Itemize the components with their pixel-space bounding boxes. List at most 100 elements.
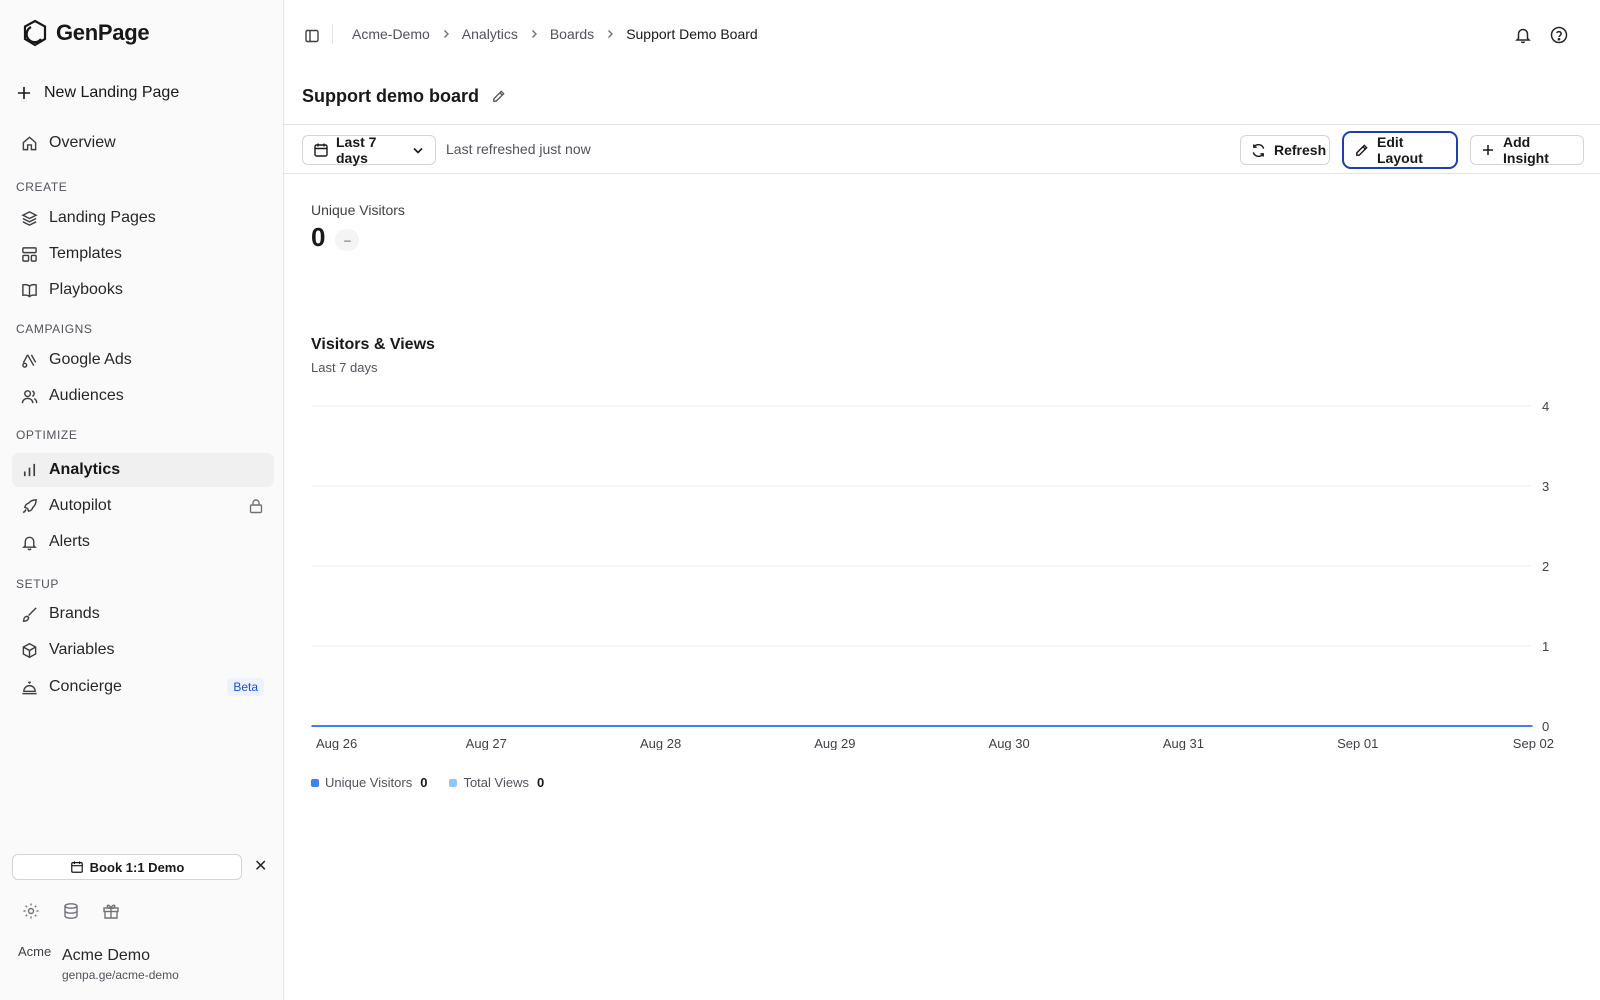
section-label-optimize: OPTIMIZE [16,428,78,442]
bell-icon [20,533,38,551]
legend-item-total-views[interactable]: Total Views 0 [449,775,544,790]
new-landing-page-button[interactable]: New Landing Page [16,84,179,102]
chevron-right-icon [528,28,540,40]
sidebar-item-autopilot[interactable]: Autopilot [12,489,274,523]
close-icon[interactable]: ✕ [254,858,267,876]
chevron-down-icon [411,143,425,157]
breadcrumb: Acme-Demo Analytics Boards Support Demo … [352,26,758,42]
breadcrumb-acme-demo[interactable]: Acme-Demo [352,26,430,42]
data-point [1008,725,1010,727]
sidebar-item-concierge[interactable]: Concierge Beta [12,670,274,704]
sidebar-item-audiences[interactable]: Audiences [12,379,274,413]
x-tick-label: Sep 02 [1513,736,1554,750]
section-label-setup: SETUP [16,577,60,591]
pencil-icon [1354,143,1369,158]
y-tick-label: 2 [1542,559,1549,574]
x-tick-label: Aug 29 [814,736,855,750]
legend-item-unique-visitors[interactable]: Unique Visitors 0 [311,775,427,790]
app-name: GenPage [56,20,150,45]
gift-icon[interactable] [102,902,120,920]
refresh-label: Refresh [1274,142,1327,158]
help-icon[interactable] [1550,26,1568,44]
genpage-logo-icon [20,18,50,48]
book-demo-label: Book 1:1 Demo [89,859,185,875]
chevron-right-icon [440,28,452,40]
data-point [1182,725,1185,727]
sidebar-item-label: Alerts [49,533,90,550]
metric-delta-badge: – [335,228,360,251]
sidebar-item-overview[interactable]: Overview [12,126,274,160]
pencil-icon[interactable] [491,89,506,104]
sidebar-item-label: Concierge [49,678,122,695]
sidebar-item-alerts[interactable]: Alerts [12,525,274,559]
book-demo-button[interactable]: Book 1:1 Demo [12,854,242,880]
y-tick-label: 4 [1542,399,1549,414]
section-label-campaigns: CAMPAIGNS [16,322,93,336]
sidebar-item-label: Playbooks [49,281,123,298]
x-tick-label: Sep 01 [1337,736,1378,750]
date-range-value: Last 7 days [336,134,377,166]
edit-layout-button[interactable]: Edit Layout [1342,131,1458,169]
sidebar-item-landing-pages[interactable]: Landing Pages [12,201,274,235]
user-name: Acme Demo [62,946,151,964]
chart-title: Visitors & Views [311,336,435,353]
chevron-right-icon [604,28,616,40]
rocket-icon [20,497,38,515]
sidebar-item-label: Autopilot [49,497,112,514]
user-account[interactable]: Acme Acme Demo genpa.ge/acme-demo [18,946,179,982]
lock-icon [248,498,264,514]
page-title: Support demo board [302,86,479,106]
data-point [485,725,488,727]
breadcrumb-boards[interactable]: Boards [550,26,594,42]
database-icon[interactable] [62,902,80,920]
refresh-icon [1251,143,1266,158]
date-range-select[interactable]: Last 7 days [302,134,436,166]
sidebar-item-label: Overview [49,134,116,151]
beta-badge: Beta [227,678,264,696]
google-ads-icon [20,351,38,369]
header-actions [1514,26,1568,44]
layers-icon [20,209,38,227]
layout-template-icon [20,245,38,263]
x-tick-label: Aug 27 [466,736,507,750]
x-tick-label: Aug 31 [1163,736,1204,750]
section-label-create: CREATE [16,180,68,194]
legend-label: Total Views [463,775,529,790]
legend-label: Unique Visitors [325,775,413,790]
sidebar-item-label: Google Ads [49,351,132,368]
page-title-row: Support demo board [302,86,506,107]
users-icon [20,387,38,405]
legend-value: 0 [536,775,545,790]
x-tick-label: Aug 26 [316,736,357,750]
data-point [834,725,836,727]
gear-icon[interactable] [22,902,40,920]
data-point [311,725,313,727]
sidebar-item-google-ads[interactable]: Google Ads [12,343,274,377]
sidebar-item-analytics[interactable]: Analytics [12,453,274,487]
sidebar-item-playbooks[interactable]: Playbooks [12,273,274,307]
avatar-broken-image-alt: Acme [18,946,52,959]
visitors-views-chart: 0 1 2 3 4 Aug 26 Aug 27 Aug 28 Aug 29 Aug 30 Aug 3… [311,399,1554,750]
refresh-button[interactable]: Refresh [1240,135,1330,165]
y-tick-label: 0 [1542,719,1549,734]
breadcrumb-analytics[interactable]: Analytics [462,26,518,42]
bell-icon[interactable] [1514,26,1532,44]
sidebar-item-label: Brands [49,605,100,622]
sidebar-toggle-icon[interactable] [304,28,320,44]
board-toolbar: Last 7 days Last refreshed just now Refr… [284,124,1600,174]
sidebar-item-templates[interactable]: Templates [12,237,274,271]
top-bar: Acme-Demo Analytics Boards Support Demo … [284,0,1600,70]
sidebar-utility-icons [22,902,120,920]
sidebar: GenPage New Landing Page Overview CREATE… [0,0,284,1000]
sidebar-item-label: Audiences [49,387,124,404]
sidebar-item-variables[interactable]: Variables [12,633,274,667]
app-logo[interactable]: GenPage [20,18,150,48]
add-insight-button[interactable]: Add Insight [1470,134,1584,166]
sidebar-item-brands[interactable]: Brands [12,597,274,631]
x-tick-label: Aug 28 [640,736,681,750]
new-landing-page-label: New Landing Page [44,84,180,101]
plus-icon [16,85,32,101]
x-tick-label: Aug 30 [989,736,1030,750]
legend-value: 0 [420,775,428,790]
user-url: genpa.ge/acme-demo [62,967,179,982]
